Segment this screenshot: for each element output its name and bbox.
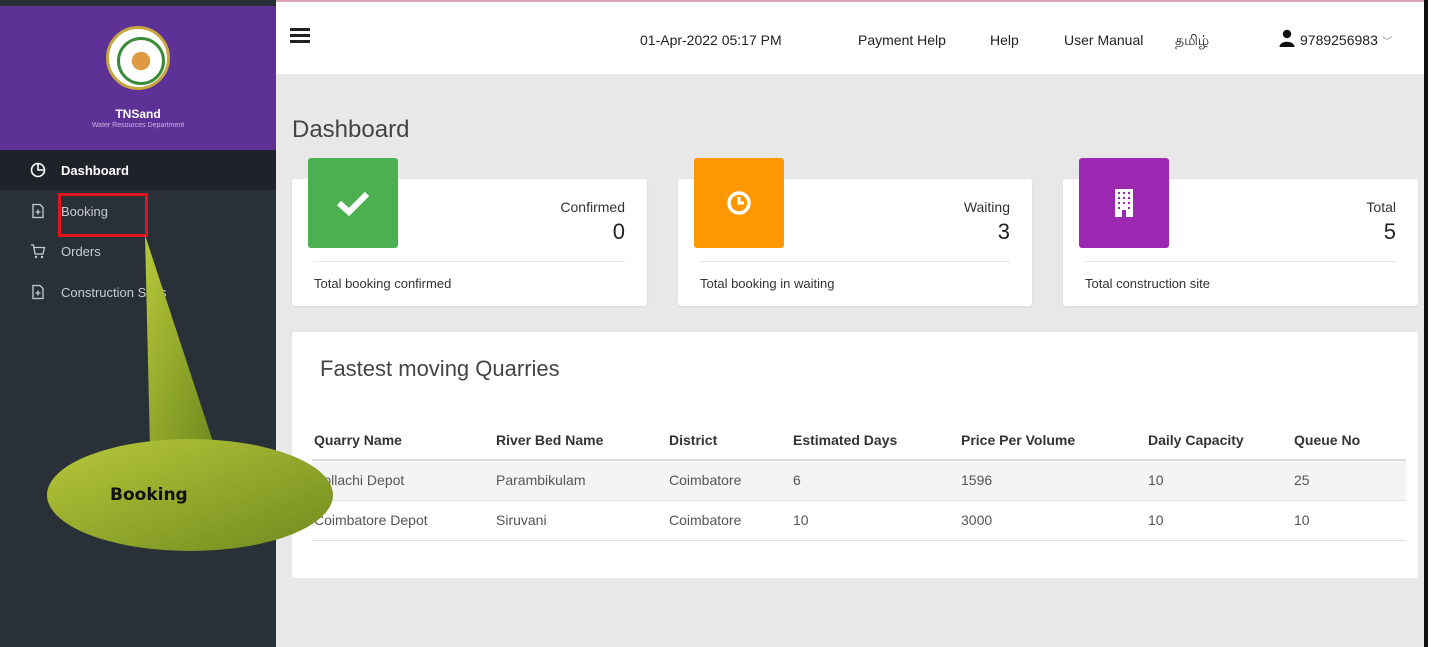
waiting-badge (694, 158, 784, 248)
user-icon (1279, 29, 1295, 47)
user-account-menu[interactable]: 9789256983 ﹀ (1300, 32, 1393, 49)
card-label: Total (1366, 199, 1396, 215)
table-row: Pollachi Depot Parambikulam Coimbatore 6… (312, 460, 1406, 501)
hamburger-menu-icon[interactable] (290, 28, 310, 44)
current-datetime: 01-Apr-2022 05:17 PM (640, 32, 782, 48)
fastest-quarries-panel: Fastest moving Quarries Quarry Name Rive… (292, 332, 1418, 578)
brand-header: TNSand Water Resources Department (0, 6, 276, 151)
column-header[interactable]: Quarry Name (312, 420, 494, 461)
table-cell: 1596 (959, 460, 1146, 501)
table-cell: Coimbatore Depot (312, 500, 494, 541)
table-row: Coimbatore Depot Siruvani Coimbatore 10 … (312, 500, 1406, 541)
sidebar-item-dashboard[interactable]: Dashboard (0, 150, 276, 190)
sidebar-item-label: Construction Sites (61, 284, 167, 300)
table-cell: 10 (1146, 460, 1292, 501)
waiting-card: Waiting 3 Total booking in waiting (678, 158, 1032, 306)
column-header[interactable]: Queue No (1292, 420, 1406, 461)
column-header[interactable]: Estimated Days (791, 420, 959, 461)
sidebar-item-construction-sites[interactable]: Construction Sites (0, 272, 276, 312)
card-value: 0 (612, 219, 625, 244)
divider (314, 261, 625, 262)
table-cell: 10 (791, 500, 959, 541)
window-edge (1424, 0, 1436, 647)
user-manual-link[interactable]: User Manual (1064, 32, 1143, 48)
building-icon (1115, 189, 1133, 217)
column-header[interactable]: River Bed Name (494, 420, 667, 461)
divider (1085, 261, 1396, 262)
table-cell: 10 (1292, 500, 1406, 541)
confirmed-badge (308, 158, 398, 248)
tn-emblem-logo (106, 26, 170, 90)
sidebar-item-orders[interactable]: Orders (0, 231, 276, 271)
construction-badge (1079, 158, 1169, 248)
cart-icon (31, 244, 46, 259)
page-title: Dashboard (292, 116, 410, 143)
card-value: 3 (997, 219, 1010, 244)
column-header[interactable]: District (667, 420, 791, 461)
table-cell: Siruvani (494, 500, 667, 541)
booking-highlight-box (58, 193, 148, 237)
table-cell: Pollachi Depot (312, 460, 494, 501)
confirmed-card: Confirmed 0 Total booking confirmed (292, 158, 647, 306)
quarries-table: Quarry Name River Bed Name District Esti… (312, 420, 1406, 541)
sidebar: TNSand Water Resources Department Dashbo… (0, 0, 276, 647)
card-footer: Total booking confirmed (314, 276, 452, 291)
help-link[interactable]: Help (990, 32, 1019, 48)
chevron-down-icon: ﹀ (1381, 36, 1393, 48)
file-plus-icon (32, 284, 44, 300)
column-header[interactable]: Price Per Volume (959, 420, 1146, 461)
card-footer: Total construction site (1085, 276, 1211, 291)
check-icon (336, 191, 370, 216)
construction-sites-card: Total 5 Total construction site (1063, 158, 1418, 306)
divider (700, 261, 1010, 262)
table-cell: Coimbatore (667, 460, 791, 501)
table-cell: 10 (1146, 500, 1292, 541)
table-cell: Coimbatore (667, 500, 791, 541)
column-header[interactable]: Daily Capacity (1146, 420, 1292, 461)
card-label: Waiting (963, 199, 1010, 215)
brand-subtitle: Water Resources Department (91, 122, 185, 129)
card-footer: Total booking in waiting (700, 276, 835, 291)
clock-icon (727, 191, 751, 215)
callout-label: Booking (110, 485, 188, 505)
sidebar-item-label: Orders (61, 243, 101, 259)
top-navbar: 01-Apr-2022 05:17 PM Payment Help Help U… (276, 0, 1424, 74)
user-phone: 9789256983 (1300, 32, 1378, 48)
pie-chart-icon (30, 162, 46, 178)
table-cell: Parambikulam (494, 460, 667, 501)
brand-name: TNSand (115, 107, 161, 121)
panel-title: Fastest moving Quarries (320, 356, 560, 381)
table-cell: 6 (791, 460, 959, 501)
card-label: Confirmed (560, 199, 625, 215)
language-toggle[interactable]: தமிழ் (1175, 32, 1209, 51)
table-cell: 25 (1292, 460, 1406, 501)
card-value: 5 (1383, 219, 1396, 244)
table-header-row: Quarry Name River Bed Name District Esti… (312, 420, 1406, 461)
table-cell: 3000 (959, 500, 1146, 541)
sidebar-item-label: Dashboard (61, 162, 129, 178)
file-plus-icon (32, 203, 44, 219)
payment-help-link[interactable]: Payment Help (858, 32, 946, 48)
